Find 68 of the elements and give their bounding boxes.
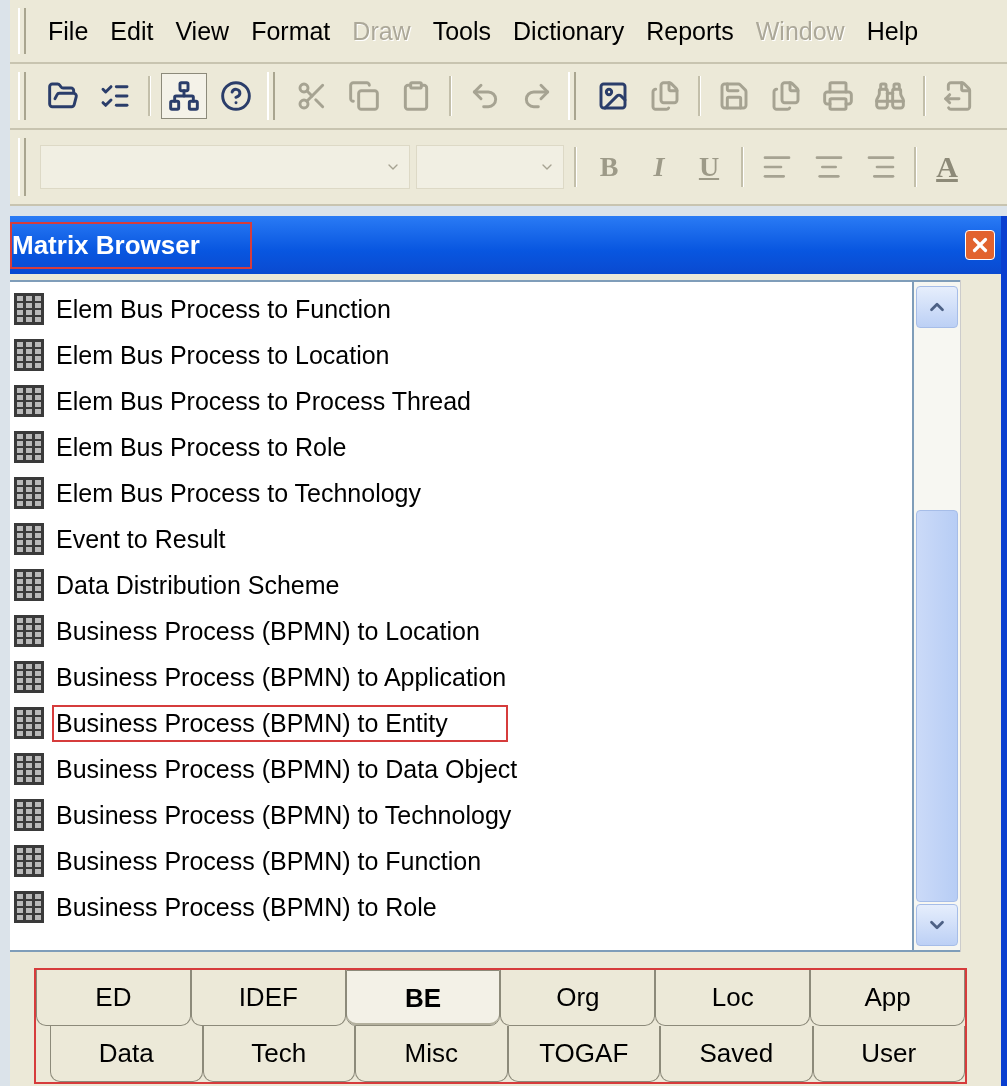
tab[interactable]: IDEF [190,970,346,1026]
help-icon [220,80,252,112]
matrix-icon [14,385,44,417]
toolbar-button[interactable] [161,73,207,119]
matrix-icon [14,615,44,647]
list-item[interactable]: Business Process (BPMN) to Entity [52,704,508,742]
toolbar-grip[interactable] [568,72,576,120]
tab[interactable]: BE [345,970,501,1026]
list-item[interactable]: Event to Result [52,520,286,558]
list-item[interactable]: Business Process (BPMN) to Role [52,888,497,926]
menu-item[interactable]: File [40,16,97,46]
matrix-icon [14,339,44,371]
matrix-icon [14,891,44,923]
toolbar-grip[interactable] [18,8,26,54]
toolbar-grip[interactable] [267,72,275,120]
menu-item[interactable]: Dictionary [505,16,633,46]
list-item[interactable]: Business Process (BPMN) to Application [52,658,567,696]
documents-icon [649,80,681,112]
list-item[interactable]: Data Distribution Scheme [52,566,400,604]
list-item[interactable]: Business Process (BPMN) to Technology [52,796,572,834]
list-item[interactable]: Elem Bus Process to Location [52,336,450,374]
stacked-pages-icon [770,80,802,112]
matrix-icon [14,707,44,739]
matrix-icon [14,477,44,509]
tab[interactable]: Data [50,1026,203,1082]
panel-title: Matrix Browser [10,221,252,269]
toolbar-grip[interactable] [18,138,26,196]
list-item[interactable]: Business Process (BPMN) to Function [52,842,542,880]
menu-item[interactable]: Format [243,16,339,46]
picture-frame-icon [597,80,629,112]
matrix-icon [14,523,44,555]
scroll-thumb[interactable] [916,510,958,902]
close-button[interactable] [965,230,995,260]
tab[interactable]: Tech [202,1026,355,1082]
scroll-down-button[interactable] [916,904,958,946]
tab[interactable]: User [812,1026,965,1082]
scroll-up-button[interactable] [916,286,958,328]
copy-icon [348,80,380,112]
tab[interactable]: Misc [355,1026,508,1082]
tab[interactable]: Loc [655,970,811,1026]
printer-icon [822,80,854,112]
menu-item[interactable]: Tools [424,16,500,46]
matrix-icon [14,799,44,831]
matrix-icon [14,661,44,693]
list-item[interactable]: Business Process (BPMN) to Location [52,612,540,650]
tab[interactable]: Org [500,970,656,1026]
tab[interactable]: Saved [660,1026,813,1082]
tab[interactable]: ED [36,970,191,1026]
list-item[interactable]: Elem Bus Process to Role [52,428,407,466]
tab[interactable]: TOGAF [507,1026,660,1082]
list-item[interactable]: Elem Bus Process to Function [52,290,451,328]
list-item[interactable]: Elem Bus Process to Technology [52,474,481,512]
menu-item[interactable]: Edit [102,16,162,46]
menu-item[interactable]: Reports [638,16,742,46]
network-icon [168,80,200,112]
menu-item[interactable]: View [167,16,238,46]
matrix-icon [14,845,44,877]
matrix-icon [14,431,44,463]
tab[interactable]: App [810,970,965,1026]
list-item[interactable]: Elem Bus Process to Process Thread [52,382,531,420]
matrix-icon [14,569,44,601]
scrollbar[interactable] [914,280,960,952]
toolbar-grip[interactable] [18,72,26,120]
list-item[interactable]: Business Process (BPMN) to Data Object [52,750,578,788]
binoculars-icon [874,80,906,112]
matrix-icon [14,293,44,325]
matrix-icon [14,753,44,785]
menu-item[interactable]: Help [858,16,927,46]
